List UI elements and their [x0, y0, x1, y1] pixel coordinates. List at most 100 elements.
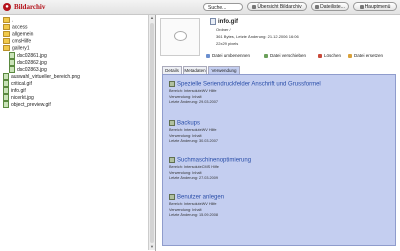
replace-file-label: Datei ersetzen	[354, 53, 384, 58]
usage-date: Letzte Änderung: 27.03.2009	[169, 176, 218, 181]
usage-entry: Benutzer anlegen Bereich: IntersoluteWV …	[169, 194, 224, 217]
delete-file-button[interactable]: Löschen	[318, 53, 341, 58]
tree-item-label: info.gif	[11, 87, 26, 94]
image-file-icon	[3, 87, 9, 94]
file-size-date: 361 Bytes, Letzte Änderung: 21.12.2006 1…	[216, 34, 299, 39]
tree-item-label: dsc02863.jpg	[17, 66, 47, 73]
usage-title-link[interactable]: Benutzer anlegen	[169, 194, 224, 201]
list-icon	[315, 4, 320, 9]
tree-item-label: object_preview.gif	[11, 101, 51, 108]
rename-file-button[interactable]: Datei umbenennen	[206, 53, 250, 58]
usage-panel: Spezielle Seriendruckfelder Anschrift un…	[162, 74, 396, 246]
replace-file-button[interactable]: Datei ersetzen	[348, 53, 383, 58]
tree-item[interactable]: dsc02863.jpg	[9, 66, 47, 73]
tree-item-label: nicerkt.jpg	[11, 94, 34, 101]
move-icon	[264, 53, 268, 58]
delete-icon	[318, 53, 322, 58]
usage-title: Benutzer anlegen	[177, 194, 225, 201]
usage-area: Bereich: IntersoluteWV Hilfe	[169, 128, 217, 133]
search-input[interactable]: Suche...	[203, 3, 243, 11]
file-title: info.gif	[210, 18, 238, 25]
usage-type: Verwendung: Inhalt	[169, 170, 202, 175]
image-file-icon	[9, 52, 15, 59]
tree-item[interactable]: dsc02861.jpg	[9, 52, 47, 59]
usage-title-link[interactable]: Spezielle Seriendruckfelder Anschrift un…	[169, 81, 321, 88]
scroll-down-arrow-icon[interactable]: ▼	[149, 244, 155, 250]
tree-item[interactable]: access	[3, 24, 28, 30]
tree-item[interactable]: critical.gif	[3, 80, 32, 87]
move-file-button[interactable]: Datei verschieben	[264, 53, 306, 58]
usage-type: Verwendung: Inhalt	[169, 133, 202, 138]
folder-icon	[3, 45, 10, 51]
scroll-thumb[interactable]	[150, 23, 154, 243]
tree-item-label: gallery1	[12, 45, 30, 52]
file-folder: Ordner /	[216, 27, 231, 32]
usage-area: Bereich: IntersoluteCMS Hilfe	[169, 165, 219, 170]
delete-file-label: Löschen	[324, 53, 342, 58]
overview-icon	[252, 4, 257, 9]
tree-item[interactable]: gallery1	[3, 45, 30, 51]
scroll-up-arrow-icon[interactable]: ▲	[149, 15, 155, 21]
tree-item[interactable]: auswahl_virtueller_bereich.png	[3, 73, 80, 80]
tree-item[interactable]: allgemein	[3, 31, 33, 37]
page-icon	[169, 157, 175, 163]
usage-type: Verwendung: Inhalt	[169, 207, 202, 212]
folder-icon	[3, 38, 10, 44]
usage-title: Backups	[177, 120, 201, 127]
page-icon	[169, 194, 175, 200]
tree-item-label: allgemein	[12, 31, 34, 38]
tab-details[interactable]: Details	[162, 66, 182, 74]
usage-date: Letzte Änderung: 29.03.2007	[169, 100, 218, 105]
move-file-label: Datei verschieben	[270, 53, 307, 58]
folder-icon	[3, 31, 10, 37]
file-list-button[interactable]: Dateiliste...	[311, 2, 349, 11]
overview-archive-button[interactable]: Übersicht Bildarchiv	[247, 2, 307, 11]
app-title: Bildarchiv	[14, 3, 46, 11]
usage-title: Suchmaschinenoptimierung	[177, 157, 252, 164]
image-file-icon	[9, 59, 15, 66]
usage-entry: Spezielle Seriendruckfelder Anschrift un…	[169, 81, 321, 104]
replace-icon	[348, 53, 352, 58]
rename-icon	[206, 53, 210, 58]
image-file-icon	[3, 94, 9, 101]
usage-date: Letzte Änderung: 30.03.2007	[169, 139, 218, 144]
page-icon	[169, 120, 175, 126]
tree-item-label: dsc02862.jpg	[17, 59, 47, 66]
usage-entry: Backups Bereich: IntersoluteWV Hilfe Ver…	[169, 120, 218, 143]
folder-icon	[3, 17, 10, 23]
image-file-icon	[3, 80, 9, 87]
usage-area: Bereich: IntersoluteWV Hilfe	[169, 202, 217, 207]
tree-item-label: auswahl_virtueller_bereich.png	[11, 73, 80, 80]
tree-scrollbar[interactable]: ▲ ▼	[148, 15, 155, 250]
overview-archive-label: Übersicht Bildarchiv	[257, 4, 302, 10]
tree-item[interactable]: cmsHilfe	[3, 38, 31, 44]
folder-icon	[3, 24, 10, 30]
usage-title-link[interactable]: Suchmaschinenoptimierung	[169, 157, 251, 164]
tree-item[interactable]: .	[3, 17, 13, 23]
file-name: info.gif	[218, 19, 238, 26]
tree-item[interactable]: nicerkt.jpg	[3, 94, 34, 101]
home-icon	[359, 4, 364, 9]
tree-item[interactable]: info.gif	[3, 87, 26, 94]
file-dimensions: 22x29 pixels	[216, 41, 239, 46]
page-icon	[169, 81, 175, 87]
app-header: ● Bildarchiv Suche... Übersicht Bildarch…	[0, 0, 400, 15]
tree-item-label: access	[12, 24, 28, 31]
tree-item-label: cmsHilfe	[12, 38, 32, 45]
image-preview	[160, 18, 200, 56]
rename-file-label: Datei umbenennen	[212, 53, 251, 58]
main-menu-button[interactable]: Hauptmenü	[353, 2, 397, 11]
usage-area: Bereich: IntersoluteWV Hilfe	[169, 89, 217, 94]
tree-item-label: .	[12, 17, 14, 24]
tree-item-label: critical.gif	[11, 80, 32, 87]
tree-item-label: dsc02861.jpg	[17, 52, 47, 59]
usage-entry: Suchmaschinenoptimierung Bereich: Inters…	[169, 157, 251, 180]
usage-type: Verwendung: Inhalt	[169, 94, 202, 99]
usage-title-link[interactable]: Backups	[169, 120, 218, 127]
tab-usage[interactable]: Verwendung	[208, 66, 240, 74]
image-file-icon	[3, 101, 9, 108]
tree-item[interactable]: object_preview.gif	[3, 101, 51, 108]
speech-bubble-icon	[174, 31, 187, 41]
tab-metadata[interactable]: Metadaten	[183, 66, 207, 74]
tree-item[interactable]: dsc02862.jpg	[9, 59, 47, 66]
